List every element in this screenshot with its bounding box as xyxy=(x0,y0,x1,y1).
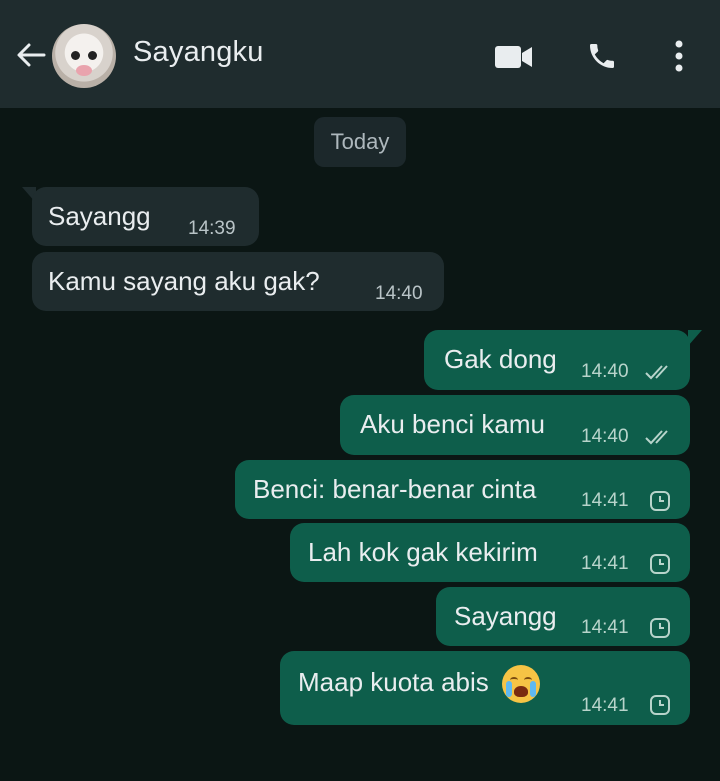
message-text: Maap kuota abis xyxy=(298,666,489,697)
message-time: 14:41 xyxy=(581,490,629,511)
message-time: 14:41 xyxy=(581,553,629,574)
contact-name[interactable]: Sayangku xyxy=(133,36,264,69)
chat-header: Sayangku xyxy=(0,0,720,108)
double-check-icon xyxy=(645,430,668,445)
message-time: 14:41 xyxy=(581,695,629,716)
message-outgoing[interactable]: Lah kok gak kekirim 14:41 xyxy=(290,523,690,582)
phone-icon[interactable] xyxy=(586,40,618,72)
back-arrow-icon[interactable] xyxy=(14,38,48,72)
message-time: 14:41 xyxy=(581,617,629,638)
message-outgoing[interactable]: Maap kuota abis 14:41 xyxy=(280,651,690,725)
double-check-icon xyxy=(645,365,668,380)
clock-pending-icon xyxy=(650,618,670,638)
message-text: Benci: benar-benar cinta xyxy=(253,474,537,504)
message-outgoing[interactable]: Sayangg 14:41 xyxy=(436,587,690,646)
message-outgoing[interactable]: Aku benci kamu 14:40 xyxy=(340,395,690,455)
message-time: 14:39 xyxy=(188,218,236,239)
video-call-icon[interactable] xyxy=(494,44,534,70)
clock-pending-icon xyxy=(650,554,670,574)
more-options-icon[interactable] xyxy=(670,38,688,74)
message-text: Kamu sayang aku gak? xyxy=(48,266,320,296)
message-outgoing[interactable]: Benci: benar-benar cinta 14:41 xyxy=(235,460,690,519)
message-time: 14:40 xyxy=(581,426,629,447)
message-incoming[interactable]: Sayangg 14:39 xyxy=(32,187,259,246)
message-text: Sayangg xyxy=(454,601,557,631)
message-text: Aku benci kamu xyxy=(360,409,545,439)
avatar[interactable] xyxy=(52,24,116,88)
message-outgoing[interactable]: Gak dong 14:40 xyxy=(424,330,690,390)
loudly-crying-face-icon xyxy=(502,665,541,703)
message-text: Gak dong xyxy=(444,344,557,374)
clock-pending-icon xyxy=(650,491,670,511)
message-time: 14:40 xyxy=(375,283,423,304)
message-incoming[interactable]: Kamu sayang aku gak? 14:40 xyxy=(32,252,444,311)
message-text: Lah kok gak kekirim xyxy=(308,537,538,567)
message-time: 14:40 xyxy=(581,361,629,382)
clock-pending-icon xyxy=(650,695,670,715)
message-text: Sayangg xyxy=(48,201,151,231)
date-separator: Today xyxy=(314,117,406,167)
